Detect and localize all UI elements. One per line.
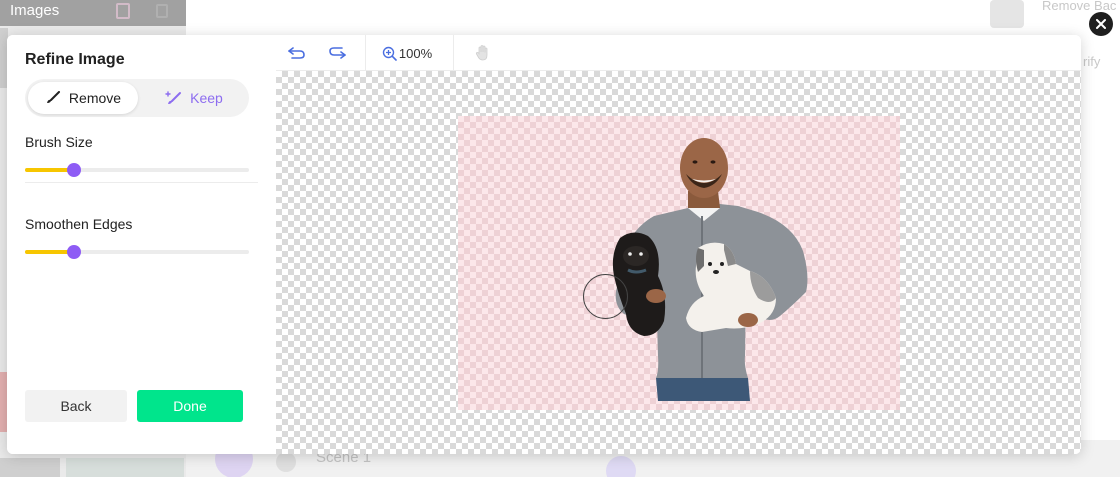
remove-mode-button[interactable]: Remove xyxy=(28,82,138,114)
background-thumbnail xyxy=(66,458,184,477)
background-thumbnail xyxy=(0,458,60,477)
keep-mode-button[interactable]: Keep xyxy=(143,82,245,114)
remove-mode-label: Remove xyxy=(68,90,122,106)
close-button[interactable] xyxy=(1089,12,1113,36)
refine-image-modal: Refine Image Remove Keep Brush Size Smoo… xyxy=(7,35,1081,454)
background-scene-icon xyxy=(276,452,296,472)
done-button[interactable]: Done xyxy=(137,390,243,422)
background-images-label: Images xyxy=(10,2,60,19)
zoom-icon xyxy=(382,46,397,61)
toolbar-separator xyxy=(453,35,454,71)
close-icon xyxy=(1096,19,1106,29)
brush-keep-icon xyxy=(165,91,182,104)
brush-size-label: Brush Size xyxy=(25,134,93,150)
redo-icon xyxy=(329,47,346,59)
back-button[interactable]: Back xyxy=(25,390,127,422)
background-verify-label: rify xyxy=(1083,54,1101,69)
toolbar-separator xyxy=(365,35,366,71)
canvas-toolbar: 100% xyxy=(276,35,1081,71)
background-sidebar-icon xyxy=(116,3,130,19)
brush-size-slider[interactable] xyxy=(25,163,249,177)
section-divider xyxy=(25,182,258,183)
background-lock-icon xyxy=(156,4,168,18)
image-canvas[interactable] xyxy=(276,71,1081,454)
zoom-button[interactable]: 100% xyxy=(372,35,442,71)
brush-remove-icon xyxy=(46,91,60,103)
hand-icon xyxy=(475,45,488,61)
background-remove-bg-label: Remove Bac xyxy=(1042,0,1117,13)
brush-size-slider-thumb[interactable] xyxy=(67,163,82,177)
panel-title: Refine Image xyxy=(25,51,125,68)
undo-button[interactable] xyxy=(284,35,310,71)
background-thumbnail xyxy=(990,0,1024,28)
smoothen-edges-label: Smoothen Edges xyxy=(25,216,133,232)
image-area[interactable] xyxy=(458,116,900,410)
refine-panel: Refine Image Remove Keep Brush Size Smoo… xyxy=(7,35,276,454)
redo-button[interactable] xyxy=(324,35,350,71)
zoom-level: 100% xyxy=(398,45,433,61)
pan-button[interactable] xyxy=(470,35,496,71)
app-root: Images Scene 1 Remove Bac rify Refine Im… xyxy=(0,0,1120,477)
mode-toggle: Remove Keep xyxy=(25,79,249,117)
undo-icon xyxy=(288,47,305,59)
subject-photo xyxy=(612,138,808,401)
smoothen-edges-slider-thumb[interactable] xyxy=(67,245,82,259)
keep-mode-label: Keep xyxy=(190,90,223,106)
smoothen-edges-slider[interactable] xyxy=(25,245,249,259)
